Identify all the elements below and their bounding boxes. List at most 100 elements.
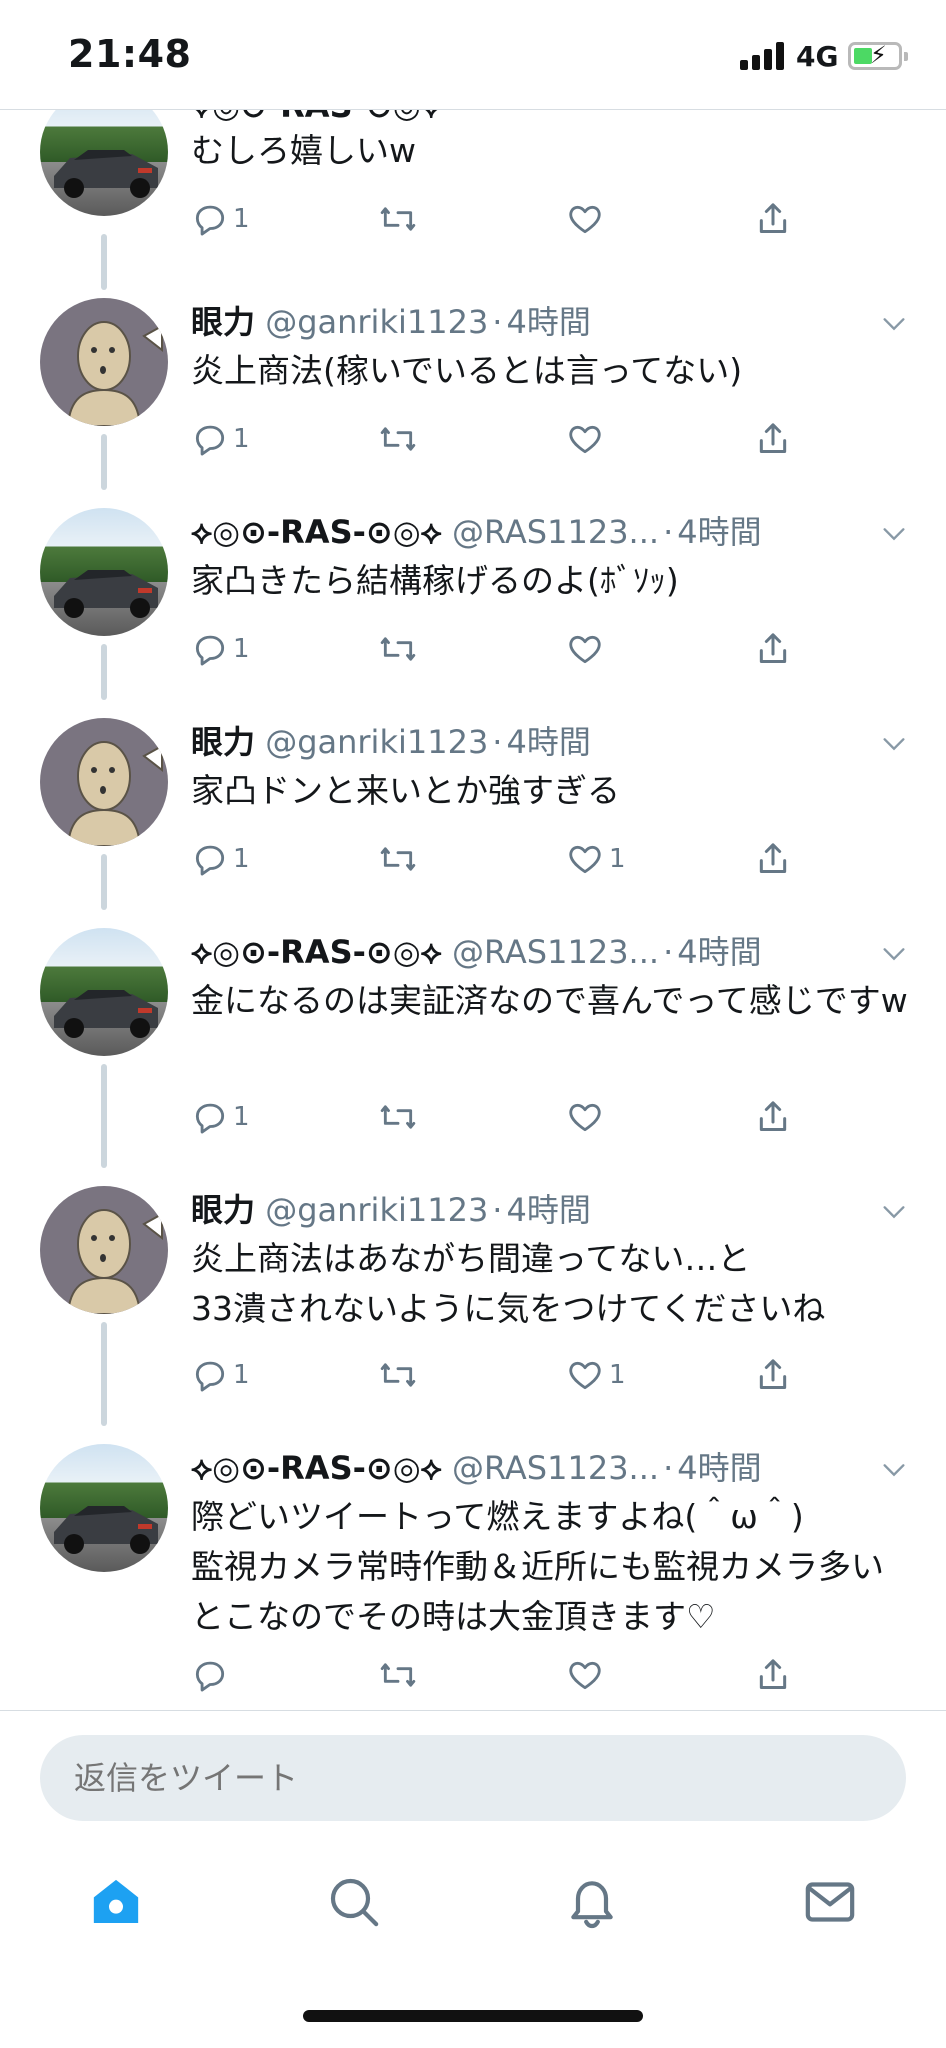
like-button[interactable]: 1 xyxy=(565,834,626,884)
reply-button[interactable]: 1 xyxy=(191,194,250,244)
reply-button[interactable]: 1 xyxy=(191,1350,250,1400)
thread-line xyxy=(101,434,107,490)
heart-icon xyxy=(569,1361,601,1390)
tweet-header: 眼力 @ganriki1123 · 4時間 xyxy=(191,303,591,341)
tweet[interactable]: ⟡◎⊙-RAS-⊙◎⟡ @RAS1123... · 4時間 際どいツイートって燃えま… xyxy=(0,1436,946,1710)
reply-count: 1 xyxy=(233,1102,250,1132)
tweet[interactable]: 眼力 @ganriki1123 · 4時間 炎上商法はあながち間違ってない…と 33… xyxy=(0,1178,946,1436)
reply-count: 1 xyxy=(233,844,250,874)
like-button[interactable]: 1 xyxy=(565,1350,626,1400)
tweet-header: ⟡◎⊙-RAS-⊙◎⟡ @RAS1123... · 4時間 xyxy=(191,513,762,551)
heart-icon xyxy=(569,845,601,874)
tweet-text: 家凸ドンと来いとか強すぎる xyxy=(191,771,620,810)
like-count: 1 xyxy=(609,1360,626,1390)
retweet-icon xyxy=(380,1105,416,1129)
chevron-down-icon[interactable] xyxy=(880,1198,908,1226)
tweet-actions: 1 xyxy=(191,1092,831,1142)
retweet-button[interactable] xyxy=(377,1092,419,1142)
share-button[interactable] xyxy=(753,194,793,244)
tweet-actions: 1 1 xyxy=(191,1350,831,1400)
doll-avatar[interactable] xyxy=(40,1186,168,1314)
share-icon xyxy=(759,203,787,233)
display-name[interactable]: ⟡◎⊙-RAS-⊙◎⟡ xyxy=(191,513,442,551)
reply-icon xyxy=(195,845,225,876)
search-icon xyxy=(330,1878,379,1927)
chevron-down-icon[interactable] xyxy=(880,310,908,338)
display-name[interactable]: 眼力 xyxy=(191,723,255,761)
car-avatar[interactable] xyxy=(40,928,168,1056)
reply-button[interactable]: 1 xyxy=(191,624,250,674)
reply-button[interactable]: 1 xyxy=(191,414,250,464)
like-count: 1 xyxy=(609,844,626,874)
reply-button[interactable]: 1 xyxy=(191,1092,250,1142)
network-type: 4G xyxy=(796,40,839,73)
retweet-button[interactable] xyxy=(377,1650,419,1700)
display-name[interactable]: 眼力 xyxy=(191,1191,255,1229)
reply-bar xyxy=(0,1710,946,1840)
home-icon xyxy=(93,1879,139,1923)
share-button[interactable] xyxy=(753,414,793,464)
car-avatar[interactable] xyxy=(40,110,168,216)
reply-button[interactable]: 1 xyxy=(191,834,250,884)
share-icon xyxy=(759,843,787,873)
tweet[interactable]: ⟡◎⊙-RAS-⊙◎⟡ @RAS1123... · 4時間 家凸きたら結構稼げるのよ… xyxy=(0,500,946,710)
tweet-time: 4時間 xyxy=(506,723,591,761)
share-button[interactable] xyxy=(753,624,793,674)
like-button[interactable] xyxy=(565,414,609,464)
display-name[interactable]: ⟡◎⊙-RAS-⊙◎⟡ xyxy=(191,933,442,971)
doll-avatar[interactable] xyxy=(40,298,168,426)
car-avatar[interactable] xyxy=(40,1444,168,1572)
user-handle: @ganriki1123 xyxy=(265,723,489,761)
doll-avatar[interactable] xyxy=(40,718,168,846)
retweet-icon xyxy=(380,207,416,231)
share-button[interactable] xyxy=(753,834,793,884)
thread-line xyxy=(101,1322,107,1426)
chevron-down-icon[interactable] xyxy=(880,730,908,758)
retweet-button[interactable] xyxy=(377,834,419,884)
share-icon xyxy=(759,423,787,453)
share-icon xyxy=(759,1359,787,1389)
chevron-down-icon[interactable] xyxy=(880,940,908,968)
home-indicator[interactable] xyxy=(303,2010,643,2022)
display-name[interactable]: ⟡◎⊙-RAS-⊙◎⟡ xyxy=(191,1449,442,1487)
reply-input[interactable] xyxy=(40,1735,906,1821)
share-button[interactable] xyxy=(753,1092,793,1142)
retweet-button[interactable] xyxy=(377,624,419,674)
tab-messages[interactable] xyxy=(800,1872,860,1932)
tweet-text: むしろ嬉しいw xyxy=(191,131,416,170)
retweet-button[interactable] xyxy=(377,414,419,464)
tweet-time: 4時間 xyxy=(677,933,762,971)
retweet-icon xyxy=(380,1663,416,1687)
retweet-icon xyxy=(380,427,416,451)
tab-notifications[interactable] xyxy=(562,1872,622,1932)
tweet[interactable]: 眼力 @ganriki1123 · 4時間 炎上商法(稼いでいるとは言ってない) 1 xyxy=(0,290,946,500)
tweet[interactable]: ⟡◎⊙-RAS-⊙◎⟡ むしろ嬉しいw 1 xyxy=(0,110,946,300)
car-avatar[interactable] xyxy=(40,508,168,636)
tweet-actions: 1 1 xyxy=(191,834,831,884)
retweet-icon xyxy=(380,847,416,871)
share-icon xyxy=(759,633,787,663)
conversation-timeline[interactable]: ⟡◎⊙-RAS-⊙◎⟡ むしろ嬉しいw 1 xyxy=(0,110,946,1710)
share-button[interactable] xyxy=(753,1350,793,1400)
tab-home[interactable] xyxy=(86,1872,146,1932)
tweet[interactable]: 眼力 @ganriki1123 · 4時間 家凸ドンと来いとか強すぎる 1 1 xyxy=(0,710,946,920)
display-name[interactable]: 眼力 xyxy=(191,303,255,341)
like-button[interactable] xyxy=(565,1092,609,1142)
chevron-down-icon[interactable] xyxy=(880,520,908,548)
retweet-button[interactable] xyxy=(377,1350,419,1400)
user-handle: @ganriki1123 xyxy=(265,1191,489,1229)
like-button[interactable] xyxy=(565,1650,609,1700)
share-button[interactable] xyxy=(753,1650,793,1700)
reply-count: 1 xyxy=(233,634,250,664)
thread-line xyxy=(101,1064,107,1168)
like-button[interactable] xyxy=(565,624,609,674)
retweet-button[interactable] xyxy=(377,194,419,244)
like-button[interactable] xyxy=(565,194,609,244)
chevron-down-icon[interactable] xyxy=(880,1456,908,1484)
tab-search[interactable] xyxy=(324,1872,384,1932)
reply-count: 1 xyxy=(233,424,250,454)
tweet-time: 4時間 xyxy=(506,303,591,341)
tweet[interactable]: ⟡◎⊙-RAS-⊙◎⟡ @RAS1123... · 4時間 金になるのは実証済なので… xyxy=(0,920,946,1178)
reply-button[interactable] xyxy=(191,1650,233,1700)
tweet-time: 4時間 xyxy=(506,1191,591,1229)
